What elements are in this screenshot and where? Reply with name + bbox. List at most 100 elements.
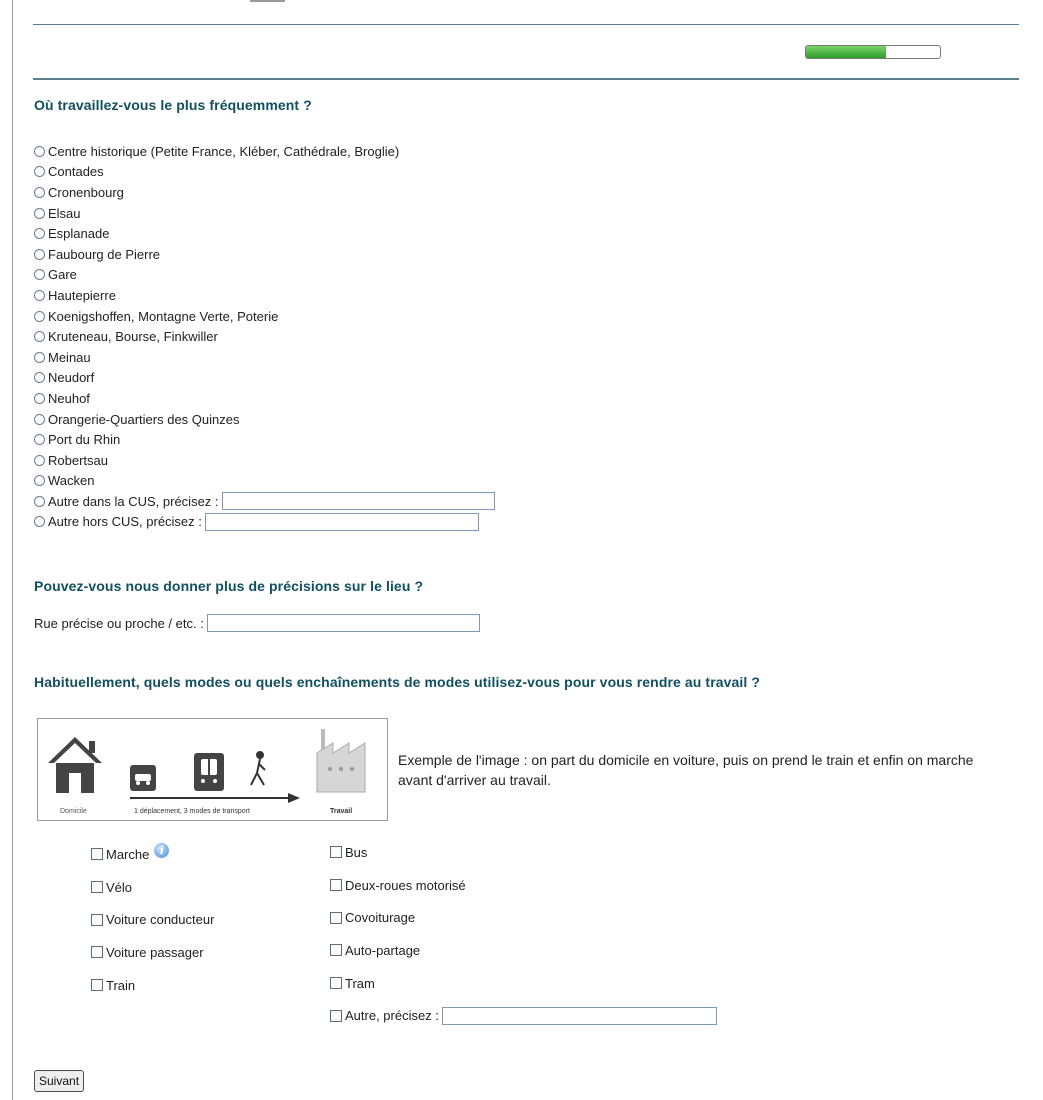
option-koenigshoffen[interactable]: Koenigshoffen, Montagne Verte, Poterie: [34, 306, 495, 327]
next-button[interactable]: Suivant: [34, 1070, 85, 1092]
mode-auto-partage[interactable]: Auto-partage: [330, 934, 717, 967]
mode-label: Covoiturage: [345, 910, 416, 926]
question-1-title: Où travaillez-vous le plus fréquemment ?: [34, 97, 312, 113]
mode-deux-roues-motorise[interactable]: Deux-roues motorisé: [330, 869, 717, 902]
radio-button[interactable]: [34, 351, 45, 363]
radio-button[interactable]: [34, 413, 45, 425]
checkbox[interactable]: [330, 944, 342, 957]
option-hautepierre[interactable]: Hautepierre: [34, 285, 495, 306]
radio-button[interactable]: [34, 392, 45, 404]
option-label: Cronenbourg: [48, 184, 124, 200]
option-gare[interactable]: Gare: [34, 265, 495, 286]
radio-button[interactable]: [34, 454, 45, 466]
header-divider: [33, 78, 1019, 80]
option-faubourg-de-pierre[interactable]: Faubourg de Pierre: [34, 244, 495, 265]
location-detail-input[interactable]: [206, 614, 480, 632]
option-kruteneau[interactable]: Kruteneau, Bourse, Finkwiller: [34, 326, 495, 347]
option-esplanade[interactable]: Esplanade: [34, 223, 495, 244]
location-detail-label: Rue précise ou proche / etc. :: [34, 615, 204, 631]
mode-label: Train: [106, 977, 136, 993]
radio-button[interactable]: [34, 475, 45, 487]
arrow-icon: [130, 793, 300, 803]
radio-button[interactable]: [34, 289, 45, 301]
radio-button[interactable]: [34, 145, 45, 157]
radio-button[interactable]: [34, 186, 45, 198]
option-label: Neudorf: [48, 370, 95, 386]
option-label: Neuhof: [48, 390, 90, 406]
transport-chain-illustration: Domicile 1 déplacement, 3 modes de trans…: [48, 729, 366, 815]
top-divider: [33, 24, 1019, 25]
mode-tram[interactable]: Tram: [330, 967, 717, 1000]
radio-button[interactable]: [34, 207, 45, 219]
mode-label: Voiture conducteur: [106, 912, 215, 928]
option-wacken[interactable]: Wacken: [34, 471, 495, 492]
checkbox[interactable]: [330, 879, 342, 892]
radio-button[interactable]: [34, 495, 45, 507]
autre-cus-input[interactable]: [221, 492, 495, 511]
option-orangerie[interactable]: Orangerie-Quartiers des Quinzes: [34, 409, 495, 430]
mode-marche[interactable]: Marche i: [91, 838, 214, 871]
option-label: Elsau: [48, 205, 81, 221]
option-neudorf[interactable]: Neudorf: [34, 368, 495, 389]
image-work-label: Travail: [330, 808, 352, 815]
radio-button[interactable]: [34, 228, 45, 240]
modes-column-1: Marche i Vélo Voiture conducteur Voiture …: [91, 838, 214, 1001]
option-label: Esplanade: [48, 226, 110, 242]
option-label: Gare: [48, 267, 77, 283]
option-autre-cus[interactable]: Autre dans la CUS, précisez :: [34, 491, 495, 512]
option-port-du-rhin[interactable]: Port du Rhin: [34, 429, 495, 450]
checkbox[interactable]: [330, 977, 342, 990]
image-home-label: Domicile: [60, 808, 87, 815]
option-centre-historique[interactable]: Centre historique (Petite France, Kléber…: [34, 141, 495, 162]
image-trip-label: 1 déplacement, 3 modes de transport: [134, 808, 250, 815]
mode-autre[interactable]: Autre, précisez :: [330, 999, 717, 1032]
pedestrian-icon: [250, 751, 266, 786]
info-icon[interactable]: i: [154, 842, 170, 858]
radio-button[interactable]: [34, 310, 45, 322]
checkbox[interactable]: [91, 848, 103, 861]
mode-velo[interactable]: Vélo: [91, 871, 214, 904]
radio-button[interactable]: [34, 516, 45, 528]
mode-voiture-passager[interactable]: Voiture passager: [91, 936, 214, 969]
radio-button[interactable]: [34, 269, 45, 281]
option-label: Wacken: [48, 473, 95, 489]
modes-column-2: Bus Deux-roues motorisé Covoiturage Auto…: [330, 836, 717, 1032]
home-icon: [48, 737, 102, 793]
option-meinau[interactable]: Meinau: [34, 347, 495, 368]
mode-bus[interactable]: Bus: [330, 836, 717, 869]
radio-button[interactable]: [34, 331, 45, 343]
checkbox[interactable]: [91, 979, 103, 992]
checkbox[interactable]: [91, 946, 103, 959]
checkbox[interactable]: [330, 1009, 342, 1022]
checkbox[interactable]: [91, 913, 103, 926]
radio-button[interactable]: [34, 248, 45, 260]
checkbox[interactable]: [91, 881, 103, 894]
location-detail-row: Rue précise ou proche / etc. :: [34, 614, 480, 632]
option-elsau[interactable]: Elsau: [34, 203, 495, 224]
option-label: Hautepierre: [48, 287, 116, 303]
option-label: Contades: [48, 164, 104, 180]
mode-label: Auto-partage: [345, 942, 421, 958]
option-neuhof[interactable]: Neuhof: [34, 388, 495, 409]
train-icon: [194, 753, 224, 791]
mode-label: Autre, précisez :: [345, 1008, 439, 1024]
radio-button[interactable]: [34, 166, 45, 178]
example-description: Exemple de l'image : on part du domicile…: [398, 752, 974, 788]
mode-label: Voiture passager: [106, 944, 204, 960]
radio-button[interactable]: [34, 372, 45, 384]
checkbox[interactable]: [330, 846, 342, 859]
option-cronenbourg[interactable]: Cronenbourg: [34, 182, 495, 203]
autre-hors-cus-input[interactable]: [204, 512, 479, 531]
option-label: Robertsau: [48, 452, 108, 468]
option-contades[interactable]: Contades: [34, 162, 495, 183]
checkbox[interactable]: [330, 911, 342, 924]
mode-voiture-conducteur[interactable]: Voiture conducteur: [91, 903, 214, 936]
mode-covoiturage[interactable]: Covoiturage: [330, 901, 717, 934]
mode-label: Vélo: [106, 879, 133, 895]
option-robertsau[interactable]: Robertsau: [34, 450, 495, 471]
car-icon: [130, 765, 156, 791]
option-autre-hors-cus[interactable]: Autre hors CUS, précisez :: [34, 512, 495, 533]
mode-train[interactable]: Train: [91, 969, 214, 1002]
autre-mode-input[interactable]: [441, 1006, 717, 1025]
radio-button[interactable]: [34, 434, 45, 446]
